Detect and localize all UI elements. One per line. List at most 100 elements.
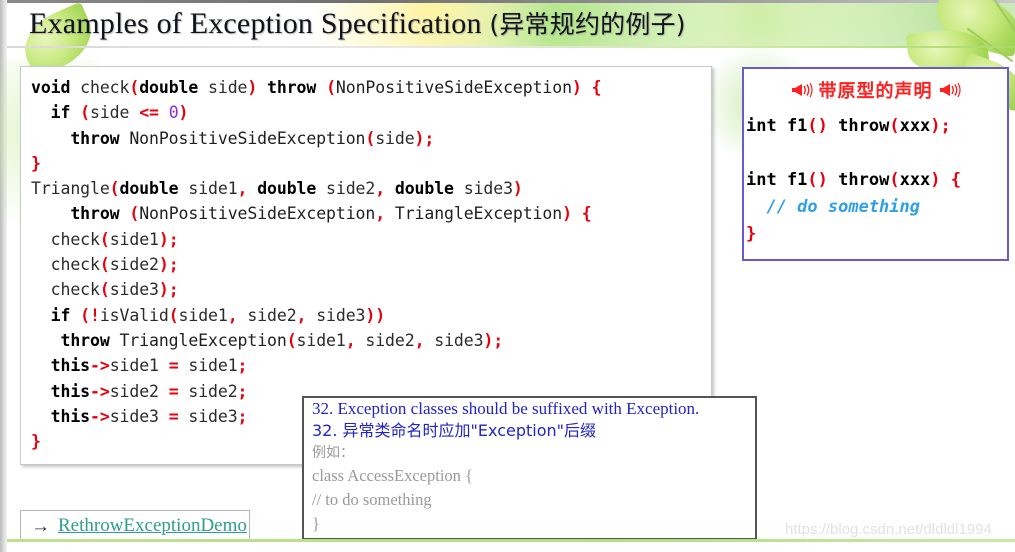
code-token: ;	[237, 406, 248, 426]
code-token: 0	[168, 103, 179, 123]
code-token: );	[930, 116, 951, 136]
code-token: double	[394, 179, 464, 199]
code-token: double	[119, 179, 189, 199]
code-token: TriangleException	[394, 204, 563, 224]
code-token: check	[80, 78, 130, 97]
megaphone-icon	[939, 82, 961, 98]
code-token: ))	[365, 305, 386, 325]
code-token: (	[326, 78, 336, 97]
prototype-code-text: int f1() throw(xxx); int f1() throw(xxx)…	[744, 103, 1007, 248]
code-token: check	[31, 229, 100, 249]
code-token: )	[512, 179, 523, 199]
code-token: xxx	[899, 170, 931, 190]
code-token: side3	[109, 406, 169, 426]
code-token: ,	[375, 179, 395, 199]
code-token: TriangleException	[119, 330, 287, 350]
code-token: this	[31, 381, 91, 401]
code-token: throw	[267, 78, 327, 97]
code-token: )	[178, 103, 189, 123]
code-token: ,	[375, 204, 395, 224]
code-token: // do something	[746, 197, 920, 217]
code-token: side1	[109, 356, 169, 376]
code-token: side2	[109, 381, 169, 401]
rule-line-chinese: 32. 异常类命名时应加"Exception"后缀	[312, 421, 596, 440]
code-token: check	[31, 280, 100, 300]
code-token: =	[168, 381, 189, 401]
code-token: ->	[90, 356, 110, 376]
code-token: }	[31, 432, 41, 452]
code-token: side	[375, 128, 415, 148]
code-token: NonPositiveSideException	[139, 204, 376, 224]
code-token: side2	[247, 305, 297, 325]
code-token: this	[31, 356, 91, 376]
code-token: ->	[90, 406, 110, 426]
code-token: if	[31, 103, 81, 123]
code-token: double	[139, 78, 209, 97]
code-token: side	[90, 103, 140, 123]
page-title-chinese: (异常规约的例子)	[489, 10, 686, 39]
code-token: side3	[316, 305, 366, 325]
code-token: side2	[365, 330, 415, 350]
code-token: side3	[109, 280, 159, 300]
code-token: xxx	[899, 116, 931, 136]
code-token: side1	[178, 305, 228, 325]
code-token: (	[80, 103, 91, 123]
code-token: side1	[188, 179, 238, 199]
watermark-text: https://blog.csdn.net/dldldl1994	[785, 521, 992, 538]
code-token: int f1	[746, 170, 808, 190]
code-token: throw	[31, 204, 130, 224]
code-token: );	[483, 330, 504, 350]
code-token: side2	[188, 381, 238, 401]
code-token: ) {	[571, 78, 602, 97]
code-token: ;	[237, 356, 248, 376]
code-token: ,	[237, 179, 258, 199]
code-token: (	[365, 128, 376, 148]
rethrow-exception-demo-label[interactable]: RethrowExceptionDemo	[58, 515, 247, 537]
code-token: ()	[807, 116, 828, 136]
code-token: if	[31, 305, 81, 325]
code-token: ,	[345, 330, 366, 350]
code-token: (	[168, 305, 179, 325]
rethrow-exception-demo-link[interactable]: → RethrowExceptionDemo	[20, 510, 250, 542]
code-token: side2	[109, 255, 159, 275]
footer-divider	[7, 539, 1015, 542]
code-token: (	[286, 330, 297, 350]
code-token: (	[99, 229, 110, 249]
rule-example-label: 例如：	[312, 445, 354, 461]
code-token: side3	[434, 330, 484, 350]
megaphone-icon	[791, 82, 813, 98]
code-token: throw	[827, 116, 890, 136]
code-token: Triangle	[31, 179, 110, 199]
code-token: check	[31, 255, 100, 275]
code-token: (	[889, 170, 900, 190]
code-token: side3	[188, 406, 238, 426]
code-token: <=	[139, 103, 169, 123]
code-token: }	[31, 153, 41, 173]
code-token: (!	[80, 305, 100, 325]
header-divider	[7, 46, 1015, 48]
page-title: Examples of Exception Specification (异常规…	[29, 5, 686, 44]
code-token: NonPositiveSideException	[129, 128, 366, 148]
code-token: void	[31, 78, 81, 97]
arrow-right-icon: →	[31, 515, 50, 537]
code-token: side1	[109, 229, 159, 249]
code-token: (	[109, 179, 120, 199]
code-token: );	[158, 229, 179, 249]
rule-example-code-line-2: // to do something	[312, 490, 432, 509]
prototype-box-title: 带原型的声明	[744, 77, 1007, 103]
code-token: =	[168, 406, 189, 426]
prototype-declaration-box: 带原型的声明 int f1() throw(xxx); int f1() thr…	[742, 67, 1009, 261]
code-token: (	[889, 116, 900, 136]
code-token: ) {	[930, 170, 962, 190]
header-top-line	[0, 0, 1015, 3]
code-token: ,	[414, 330, 435, 350]
code-token: side3	[463, 179, 513, 199]
code-token: =	[168, 356, 189, 376]
naming-rule-note-box: 32. Exception classes should be suffixed…	[302, 396, 757, 540]
code-token: double	[257, 179, 327, 199]
rule-example-code-line-3: }	[312, 514, 320, 533]
code-token: throw	[31, 330, 120, 350]
page-title-english: Examples of Exception Specification	[29, 7, 490, 40]
left-edge-bar	[0, 0, 7, 552]
code-token: (	[99, 255, 110, 275]
